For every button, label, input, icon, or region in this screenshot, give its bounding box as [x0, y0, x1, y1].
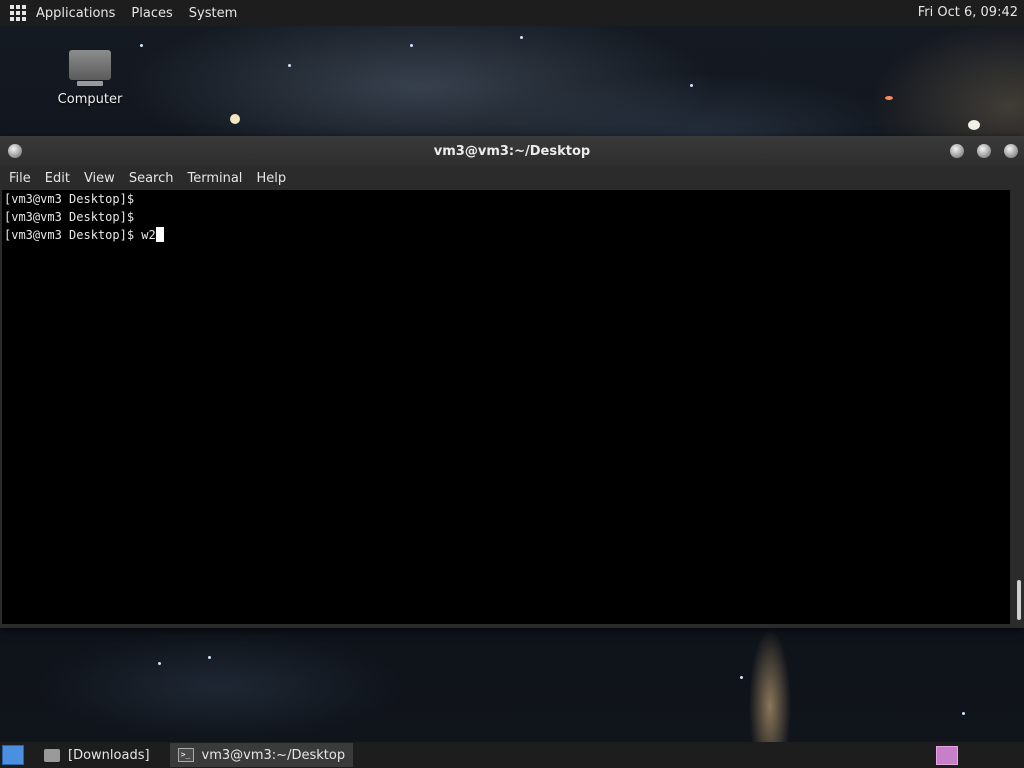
terminal-window: vm3@vm3:~/Desktop File Edit View Search …: [0, 136, 1024, 628]
terminal-input-text: [vm3@vm3 Desktop]$ w2: [4, 228, 156, 242]
close-icon[interactable]: [1004, 144, 1018, 158]
terminal-line: [vm3@vm3 Desktop]$: [4, 192, 135, 206]
window-titlebar[interactable]: vm3@vm3:~/Desktop: [0, 136, 1024, 166]
window-menu-icon[interactable]: [8, 144, 22, 158]
terminal-line-current: [vm3@vm3 Desktop]$ w2: [2, 226, 1010, 244]
menu-file[interactable]: File: [9, 171, 31, 186]
folder-icon: [44, 748, 60, 762]
scrollbar-thumb[interactable]: [1017, 580, 1021, 620]
top-panel: Applications Places System Fri Oct 6, 09…: [0, 0, 1024, 26]
desktop-icon-computer[interactable]: Computer: [52, 50, 128, 107]
task-label: vm3@vm3:~/Desktop: [201, 747, 346, 763]
menu-edit[interactable]: Edit: [45, 171, 70, 186]
bottom-panel: [Downloads] >_ vm3@vm3:~/Desktop: [0, 742, 1024, 768]
menu-help[interactable]: Help: [256, 171, 286, 186]
applications-menu[interactable]: Applications: [36, 6, 115, 21]
workspace-switcher[interactable]: [936, 746, 958, 765]
show-desktop-button[interactable]: [2, 745, 24, 765]
apps-grid-icon[interactable]: [10, 5, 26, 21]
terminal-output[interactable]: [vm3@vm3 Desktop]$ [vm3@vm3 Desktop]$ [v…: [2, 190, 1010, 624]
terminal-line: [vm3@vm3 Desktop]$: [4, 210, 135, 224]
text-cursor: [155, 227, 164, 242]
menu-search[interactable]: Search: [129, 171, 174, 186]
task-downloads[interactable]: [Downloads]: [36, 743, 158, 767]
task-terminal[interactable]: >_ vm3@vm3:~/Desktop: [169, 743, 354, 767]
window-title: vm3@vm3:~/Desktop: [433, 143, 591, 159]
terminal-icon: >_: [177, 748, 194, 762]
desktop-icon-label: Computer: [57, 92, 123, 107]
task-label: [Downloads]: [68, 747, 150, 763]
scrollbar[interactable]: [1010, 190, 1022, 624]
clock[interactable]: Fri Oct 6, 09:42: [918, 5, 1018, 20]
system-menu[interactable]: System: [189, 6, 237, 21]
menu-view[interactable]: View: [84, 171, 115, 186]
places-menu[interactable]: Places: [131, 6, 172, 21]
terminal-menubar: File Edit View Search Terminal Help: [0, 166, 1024, 190]
menu-terminal[interactable]: Terminal: [187, 171, 242, 186]
maximize-icon[interactable]: [977, 144, 991, 158]
minimize-icon[interactable]: [950, 144, 964, 158]
computer-icon: [69, 50, 111, 86]
